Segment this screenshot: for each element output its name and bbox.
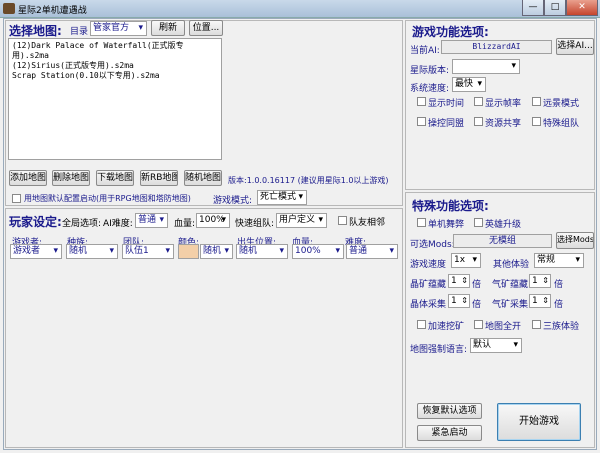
- game-mode-label: 游戏模式:: [213, 196, 253, 206]
- spawn-select[interactable]: 随机: [236, 244, 288, 259]
- gas-reserve-spinner[interactable]: 1: [529, 274, 551, 288]
- hero-upgrade-checkbox[interactable]: [474, 218, 483, 227]
- game-options-heading: 游戏功能选项:: [412, 25, 489, 39]
- current-ai-label: 当前AI:: [410, 46, 440, 56]
- restore-defaults-button[interactable]: 恢复默认选项: [417, 403, 482, 419]
- special-team-label: 特殊组队: [543, 119, 580, 129]
- speed-select[interactable]: 最快: [452, 77, 486, 92]
- current-ai-field: BlizzardAI: [441, 40, 552, 54]
- player-heading: 玩家设定:: [9, 215, 62, 229]
- ally-adjacent-checkbox[interactable]: [338, 216, 347, 225]
- mods-label: 可选Mods:: [410, 240, 455, 250]
- map-item[interactable]: Scrap Station(0.10以下专用).s2ma: [12, 71, 218, 81]
- title-bar: 星际2单机遭遇战 — □ ✕: [0, 0, 600, 18]
- far-view-label: 远景模式: [543, 99, 580, 109]
- hp-label: 血量:: [174, 219, 196, 229]
- dir-label: 目录: [70, 27, 89, 37]
- share-resources-checkbox[interactable]: [474, 117, 483, 126]
- sc-version-select[interactable]: [452, 59, 520, 74]
- crystal-reserve-label: 晶矿蕴藏: [410, 280, 447, 290]
- color-swatch[interactable]: [178, 244, 199, 259]
- special-team-checkbox[interactable]: [532, 117, 541, 126]
- reveal-map-label: 地图全开: [485, 322, 522, 332]
- map-list[interactable]: (12)Dark Palace of Waterfall(正式版专用).s2ma…: [8, 38, 222, 160]
- map-item[interactable]: (12)Dark Palace of Waterfall(正式版专用).s2ma: [12, 41, 218, 61]
- hp-select[interactable]: 100%: [196, 213, 230, 228]
- far-view-checkbox[interactable]: [532, 97, 541, 106]
- unit-label: 倍: [472, 280, 482, 290]
- color-select[interactable]: 随机: [200, 244, 233, 259]
- maximize-button[interactable]: □: [544, 0, 566, 16]
- dir-select[interactable]: 管家官方: [90, 21, 147, 36]
- cheat-checkbox[interactable]: [417, 218, 426, 227]
- add-map-button[interactable]: 添加地图: [9, 170, 47, 186]
- unit-label: 倍: [472, 300, 482, 310]
- random-map-button[interactable]: 随机地图: [184, 170, 222, 186]
- quick-team-label: 快速组队:: [235, 219, 275, 229]
- unit-label: 倍: [554, 300, 564, 310]
- start-game-button[interactable]: 开始游戏: [497, 403, 581, 441]
- show-fps-label: 显示帧率: [485, 99, 522, 109]
- crystal-reserve-spinner[interactable]: 1: [448, 274, 470, 288]
- lang-label: 地图强制语言:: [410, 345, 468, 355]
- game-speed-label: 游戏速度: [410, 260, 447, 270]
- gas-reserve-label: 气矿蕴藏: [492, 280, 529, 290]
- refresh-button[interactable]: 刷新: [151, 20, 185, 36]
- version-text: 版本:1.0.0.16117 (建议用星际1.0以上游戏): [228, 176, 389, 185]
- reveal-map-checkbox[interactable]: [474, 320, 483, 329]
- speed-label: 系统速度:: [410, 84, 450, 94]
- control-ally-checkbox[interactable]: [417, 117, 426, 126]
- team-select[interactable]: 队伍1: [122, 244, 174, 259]
- game-mode-select[interactable]: 死亡模式: [257, 190, 307, 205]
- show-fps-checkbox[interactable]: [474, 97, 483, 106]
- three-races-checkbox[interactable]: [532, 320, 541, 329]
- map-heading: 选择地图:: [9, 24, 62, 38]
- difficulty-select[interactable]: 普通: [346, 244, 398, 259]
- crystal-gather-label: 晶体采集: [410, 300, 447, 310]
- mods-field: 无模组: [453, 234, 552, 248]
- control-ally-label: 操控同盟: [428, 119, 465, 129]
- game-speed-select[interactable]: 1x: [451, 253, 481, 268]
- delete-map-button[interactable]: 删除地图: [52, 170, 90, 186]
- app-icon: [3, 3, 15, 14]
- cheat-label: 单机舞弊: [428, 220, 465, 230]
- ai-diff-label: AI难度:: [103, 219, 133, 229]
- global-label: 全局选项:: [62, 219, 102, 229]
- emergency-start-button[interactable]: 紧急启动: [417, 425, 482, 441]
- select-mods-button[interactable]: 选择Mods: [556, 232, 594, 249]
- new-rb-map-button[interactable]: 新RB地图: [140, 170, 178, 186]
- show-time-label: 显示时间: [428, 99, 465, 109]
- other-label: 其他体验: [493, 260, 530, 270]
- three-races-label: 三族体验: [543, 322, 580, 332]
- sc-version-label: 星际版本:: [410, 66, 450, 76]
- ally-adjacent-label: 队友相邻: [349, 218, 386, 228]
- share-resources-label: 资源共享: [485, 119, 522, 129]
- lang-select[interactable]: 默认: [470, 338, 522, 353]
- ai-diff-select[interactable]: 普通: [135, 213, 168, 228]
- download-map-button[interactable]: 下载地图: [96, 170, 134, 186]
- show-time-checkbox[interactable]: [417, 97, 426, 106]
- location-button[interactable]: 位置...: [189, 20, 223, 36]
- player-hp-select[interactable]: 100%: [292, 244, 344, 259]
- fast-mining-checkbox[interactable]: [417, 320, 426, 329]
- window-title: 星际2单机遭遇战: [18, 6, 87, 16]
- quick-team-select[interactable]: 用户定义: [276, 213, 327, 228]
- hero-upgrade-label: 英雄升级: [485, 220, 522, 230]
- crystal-gather-spinner[interactable]: 1: [448, 294, 470, 308]
- minimize-button[interactable]: —: [522, 0, 544, 16]
- map-item[interactable]: (12)Sirius(正式版专用).s2ma: [12, 61, 218, 71]
- use-default-config-checkbox[interactable]: [12, 194, 21, 203]
- gas-gather-spinner[interactable]: 1: [529, 294, 551, 308]
- race-select[interactable]: 随机: [66, 244, 118, 259]
- gas-gather-label: 气矿采集: [492, 300, 529, 310]
- use-default-config-label: 用地图默认配置启动(用于RPG地图和塔防地图): [24, 194, 191, 203]
- player-select[interactable]: 游戏者: [10, 244, 62, 259]
- select-ai-button[interactable]: 选择AI...: [556, 38, 594, 55]
- unit-label: 倍: [554, 280, 564, 290]
- other-select[interactable]: 常规: [534, 253, 584, 268]
- special-heading: 特殊功能选项:: [412, 199, 489, 213]
- fast-mining-label: 加速挖矿: [428, 322, 465, 332]
- close-button[interactable]: ✕: [566, 0, 598, 16]
